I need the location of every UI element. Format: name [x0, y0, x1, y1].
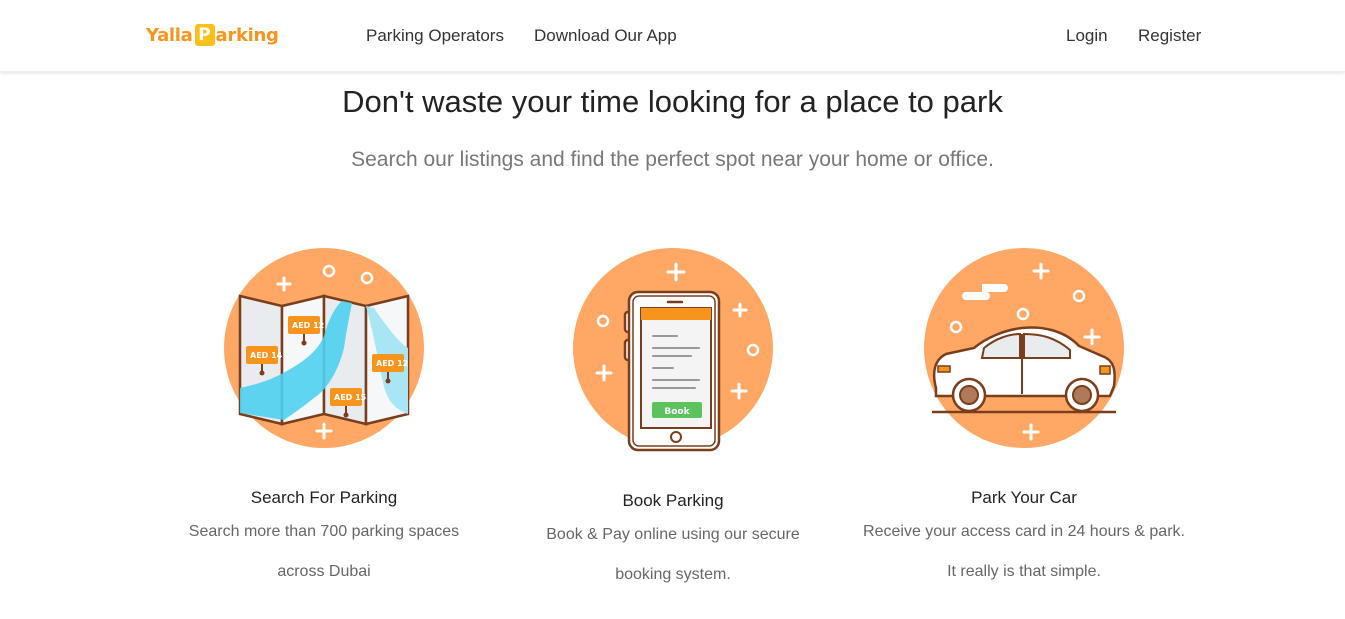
page-title: Don't waste your time looking for a plac… [342, 84, 1003, 119]
car-icon [924, 248, 1124, 448]
feature-description-line: It really is that simple. [947, 563, 1101, 580]
nav-link-parking-operators[interactable]: Parking Operators [366, 26, 504, 46]
page-subtitle: Search our listings and find the perfect… [351, 148, 994, 171]
map-icon: AED 14 AED 12 AED 12 AED 15 [224, 248, 424, 448]
login-link[interactable]: Login [1066, 26, 1108, 46]
logo-text-left: Yalla [146, 24, 193, 46]
nav-link-download-app[interactable]: Download Our App [534, 26, 677, 46]
logo-p-badge: P [194, 24, 215, 46]
feature-search: AED 14 AED 12 AED 12 AED 15 Search For P… [154, 248, 494, 592]
feature-park: Park Your Car Receive your access card i… [854, 248, 1194, 592]
feature-book: Book Book Parking Book & Pay online usin… [503, 248, 843, 595]
navbar: Yalla Parking Parking Operators Download … [0, 0, 1345, 72]
book-button-label: Book [664, 407, 690, 417]
feature-description-line: Search more than 700 parking spaces [188, 523, 460, 540]
yallaparking-logo[interactable]: Yalla Parking [146, 22, 279, 48]
map-pin-label: AED 12 [376, 359, 408, 368]
feature-title: Search For Parking [250, 488, 398, 507]
feature-description-line: booking system. [615, 566, 731, 583]
feature-title: Park Your Car [971, 488, 1077, 507]
logo-text-right: arking [215, 24, 279, 46]
feature-description-line: across Dubai [277, 563, 371, 580]
map-pin-label: AED 12 [292, 321, 324, 330]
phone-icon: Book [573, 248, 773, 452]
register-link[interactable]: Register [1138, 26, 1201, 46]
map-pin-label: AED 14 [250, 351, 283, 360]
map-pin-label: AED 15 [334, 393, 367, 402]
feature-description-line: Receive your access card in 24 hours & p… [863, 523, 1185, 540]
feature-title: Book Parking [622, 491, 724, 510]
feature-description-line: Book & Pay online using our secure [546, 526, 800, 543]
